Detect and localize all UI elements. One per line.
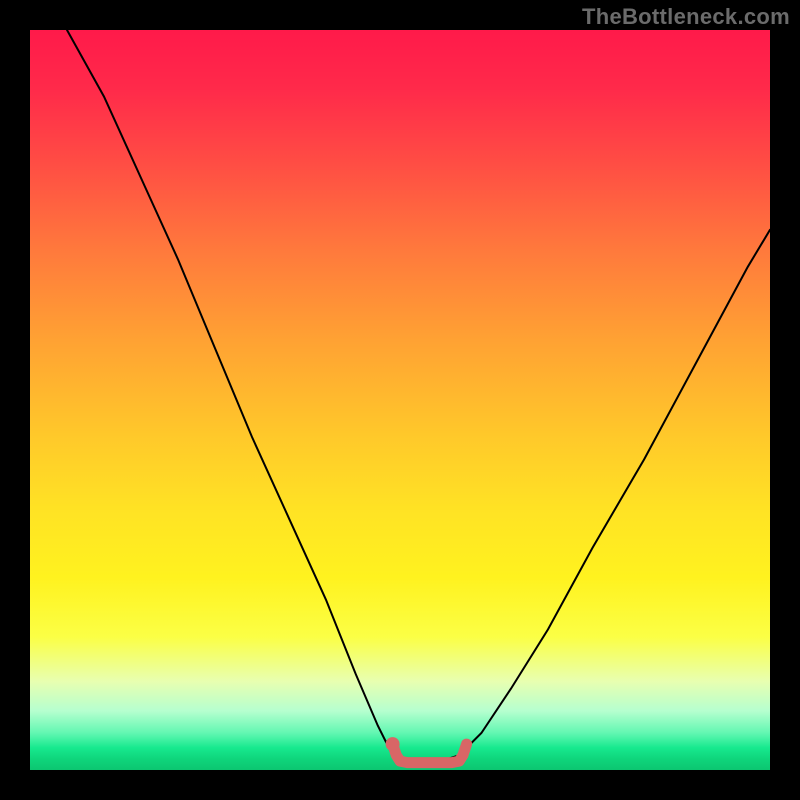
chart-svg <box>30 30 770 770</box>
optimal-zone-marker <box>393 744 467 763</box>
optimal-start-dot <box>386 737 400 751</box>
bottleneck-curve <box>67 30 770 763</box>
watermark-text: TheBottleneck.com <box>582 4 790 30</box>
chart-plot-area <box>30 30 770 770</box>
